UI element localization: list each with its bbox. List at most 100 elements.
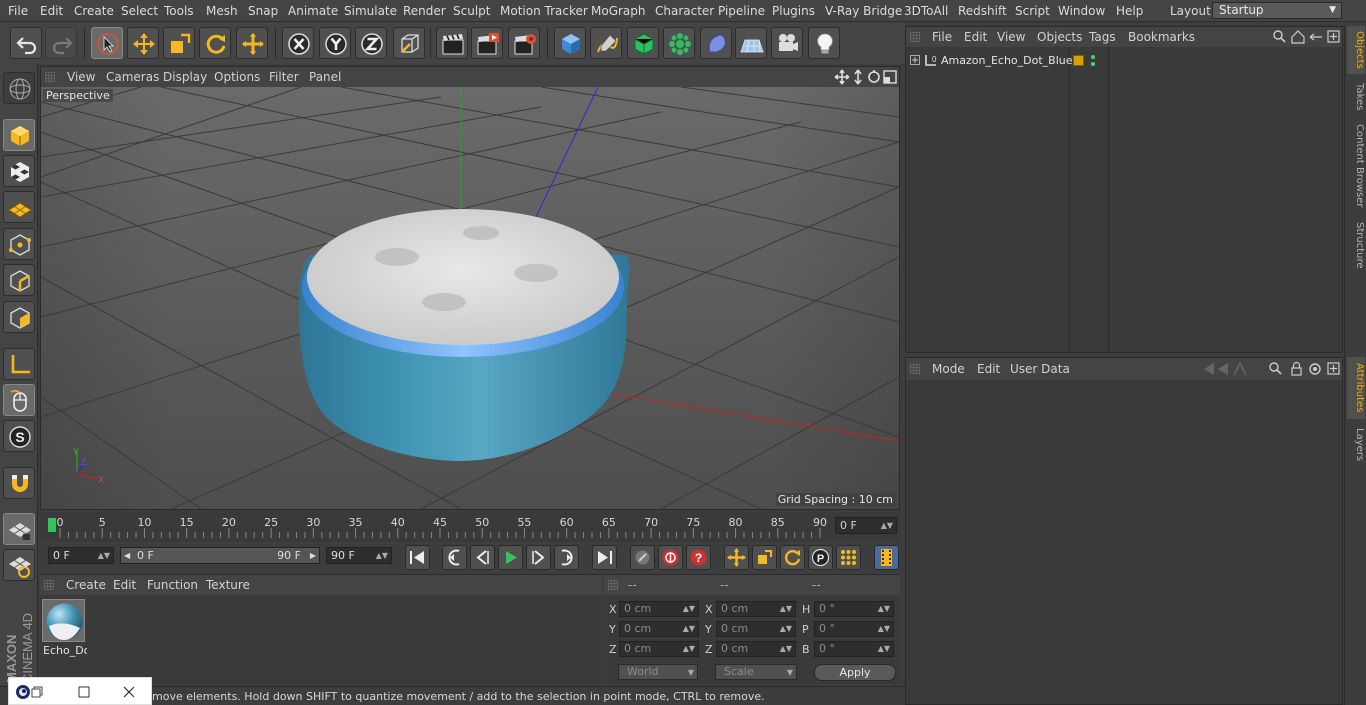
material-thumbnail[interactable] [42, 599, 85, 642]
editor-visibility-dot[interactable] [1091, 55, 1095, 59]
rot-p-field[interactable]: 0 ° ▲▼ [814, 621, 894, 637]
viewport-canvas[interactable]: Y X Z Perspective Grid Spacing : 10 cm [41, 87, 899, 509]
texture-mode-button[interactable] [3, 155, 35, 187]
tab-content-browser[interactable]: Content Browser [1347, 120, 1365, 212]
menu-help[interactable]: Help [1116, 4, 1143, 18]
transform-mode-select[interactable]: Scale ▼ [715, 664, 797, 680]
panel-grip[interactable] [44, 580, 54, 590]
menu-plugins[interactable]: Plugins [772, 4, 815, 18]
points-mode-button[interactable] [3, 228, 35, 260]
panel-grip[interactable] [910, 364, 920, 374]
camera-label[interactable]: Perspective [43, 89, 113, 102]
next-keyframe-button[interactable] [554, 545, 579, 570]
apply-button[interactable]: Apply [814, 664, 896, 681]
workplane-lock-button[interactable] [3, 513, 35, 545]
tab-layers[interactable]: Layers [1347, 424, 1365, 466]
material-menu-texture[interactable]: Texture [206, 578, 250, 592]
frame-range-slider[interactable]: ◀ 0 F 90 F ▶ [120, 547, 320, 564]
redo-button[interactable] [45, 27, 77, 59]
z-axis-lock-button[interactable] [355, 27, 387, 59]
expand-plus-icon[interactable] [910, 55, 920, 65]
snap-button[interactable] [3, 467, 35, 499]
material-menu-edit[interactable]: Edit [113, 578, 136, 592]
object-menu-file[interactable]: File [932, 30, 952, 44]
menu-create[interactable]: Create [74, 4, 114, 18]
keyframe-selection-button[interactable]: ? [686, 545, 711, 570]
scale-tool-button[interactable] [163, 27, 195, 59]
viewport-nav-icons[interactable] [834, 69, 898, 85]
size-z-field[interactable]: 0 cm ▲▼ [716, 641, 796, 657]
start-frame-field[interactable]: 0 F ▲▼ [48, 547, 114, 564]
add-spline-button[interactable] [590, 27, 622, 59]
spinner-icon[interactable]: ▲▼ [98, 548, 110, 563]
move-tool-button[interactable] [127, 27, 159, 59]
workplane-snap-button[interactable] [3, 549, 35, 581]
size-x-field[interactable]: 0 cm ▲▼ [716, 601, 796, 617]
rot-h-field[interactable]: 0 ° ▲▼ [814, 601, 894, 617]
go-to-start-button[interactable] [405, 545, 430, 570]
render-visibility-dot[interactable] [1091, 62, 1095, 66]
add-deformer-button[interactable] [700, 27, 732, 59]
key-scale-button[interactable] [752, 545, 777, 570]
make-editable-button[interactable] [3, 72, 35, 104]
menu-character[interactable]: Character [655, 4, 714, 18]
attribute-menu-user-data[interactable]: User Data [1010, 362, 1070, 376]
workplane-mode-button[interactable] [3, 191, 35, 223]
menu-edit[interactable]: Edit [40, 4, 63, 18]
key-position-button[interactable] [724, 545, 749, 570]
add-environment-button[interactable] [735, 27, 767, 59]
menu-3dtoall[interactable]: 3DToAll [904, 4, 948, 18]
object-menu-bookmarks[interactable]: Bookmarks [1128, 30, 1195, 44]
menu-snap[interactable]: Snap [248, 4, 278, 18]
solo-button[interactable]: S [3, 420, 35, 452]
menu-vray-bridge[interactable]: V-Ray Bridge [825, 4, 902, 18]
attribute-menu-edit[interactable]: Edit [977, 362, 1000, 376]
viewport-menu-options[interactable]: Options [214, 70, 260, 84]
add-mograph-button[interactable] [663, 27, 695, 59]
tab-structure[interactable]: Structure [1347, 218, 1365, 272]
close-icon[interactable] [122, 685, 136, 699]
viewport-menu-view[interactable]: View [67, 70, 95, 84]
playhead-marker[interactable] [48, 518, 56, 532]
end-frame-field[interactable]: 90 F ▲▼ [326, 547, 392, 564]
app-icon[interactable] [15, 684, 31, 700]
viewport-menu-filter[interactable]: Filter [269, 70, 299, 84]
material-menu-function[interactable]: Function [147, 578, 198, 592]
add-cube-button[interactable] [554, 27, 586, 59]
attribute-manager-tools[interactable] [1202, 361, 1342, 377]
menu-redshift[interactable]: Redshift [958, 4, 1007, 18]
add-generator-button[interactable] [627, 27, 659, 59]
restore-icon[interactable] [31, 686, 43, 698]
object-menu-tags[interactable]: Tags [1089, 30, 1116, 44]
menu-render[interactable]: Render [403, 4, 446, 18]
layer-color-swatch[interactable] [1073, 55, 1084, 66]
pos-z-field[interactable]: 0 cm ▲▼ [619, 641, 699, 657]
menu-tools[interactable]: Tools [164, 4, 194, 18]
panel-grip[interactable] [608, 580, 618, 590]
material-menu-create[interactable]: Create [66, 578, 106, 592]
menu-mesh[interactable]: Mesh [206, 4, 238, 18]
key-rotation-button[interactable] [780, 545, 805, 570]
autokeying-button[interactable] [658, 545, 683, 570]
x-axis-lock-button[interactable] [282, 27, 314, 59]
panel-grip[interactable] [910, 32, 920, 42]
tab-attributes[interactable]: Attributes [1347, 357, 1365, 419]
render-view-button[interactable] [436, 27, 468, 59]
viewport-scene[interactable]: Y X Z [41, 87, 899, 509]
axis-mode-button[interactable] [3, 348, 35, 380]
timeline-window-button[interactable] [874, 545, 899, 570]
pos-y-field[interactable]: 0 cm ▲▼ [619, 621, 699, 637]
attribute-menu-mode[interactable]: Mode [932, 362, 965, 376]
object-menu-edit[interactable]: Edit [964, 30, 987, 44]
timeline-ruler[interactable]: 0 5 10 15 20 25 30 35 40 45 50 55 60 65 70 75 80 85 90 0 F… [40, 512, 900, 542]
range-right-arrow-icon[interactable]: ▶ [310, 548, 316, 563]
maximize-icon[interactable] [77, 685, 91, 699]
render-settings-button[interactable] [508, 27, 540, 59]
spinner-icon[interactable]: ▲▼ [881, 518, 893, 533]
menu-simulate[interactable]: Simulate [344, 4, 397, 18]
undo-button[interactable] [10, 27, 42, 59]
size-y-field[interactable]: 0 cm ▲▼ [716, 621, 796, 637]
add-camera-button[interactable] [771, 27, 803, 59]
range-left-arrow-icon[interactable]: ◀ [124, 548, 130, 563]
panel-grip[interactable] [45, 72, 55, 82]
